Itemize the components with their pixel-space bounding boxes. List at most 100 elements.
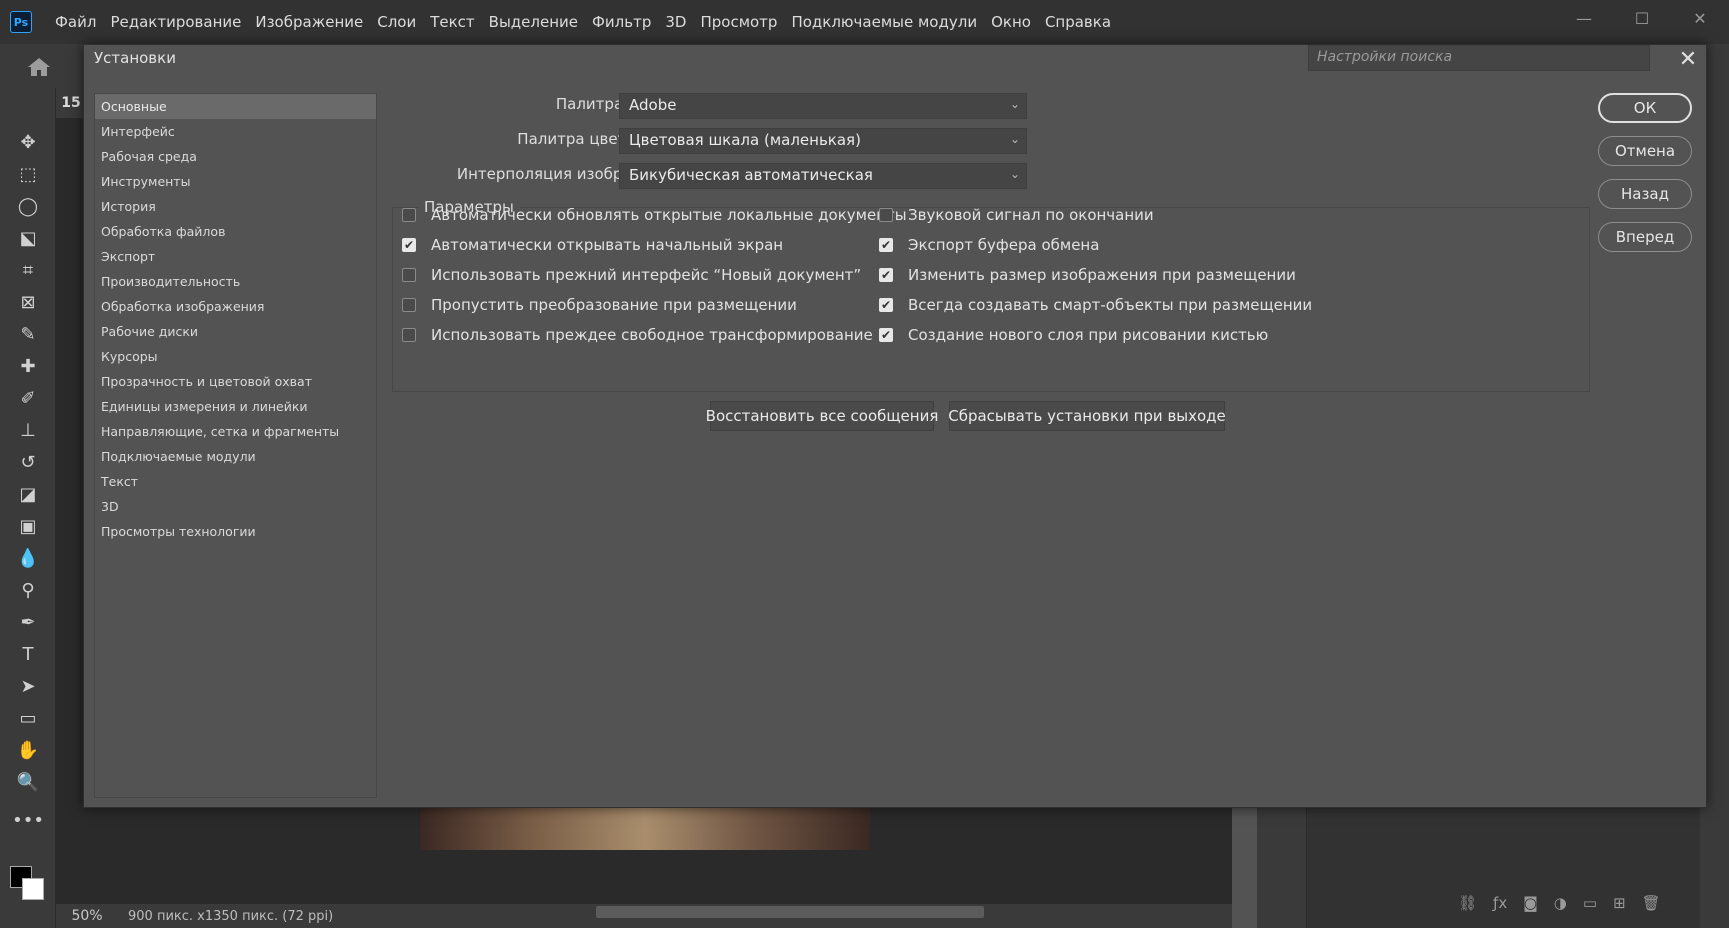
menu-item[interactable]: Текст bbox=[423, 13, 481, 31]
move-tool-icon[interactable]: ✥ bbox=[14, 128, 42, 156]
checkbox[interactable]: ✔ bbox=[402, 238, 416, 252]
category-item[interactable]: Направляющие, сетка и фрагменты bbox=[95, 419, 376, 444]
new-layer-icon[interactable]: ⊞ bbox=[1613, 894, 1626, 912]
adjustment-layer-icon[interactable]: ◑ bbox=[1554, 894, 1567, 912]
menu-item[interactable]: Просмотр bbox=[693, 13, 784, 31]
brush-tool-icon[interactable]: ✐ bbox=[14, 384, 42, 412]
link-layers-icon[interactable]: ⛓ bbox=[1458, 894, 1477, 912]
menu-item[interactable]: Подключаемые модули bbox=[784, 13, 984, 31]
option-row[interactable]: Использовать прежний интерфейс “Новый до… bbox=[402, 266, 861, 284]
checkbox[interactable] bbox=[402, 328, 416, 342]
menu-item[interactable]: Фильтр bbox=[585, 13, 658, 31]
checkbox[interactable] bbox=[402, 298, 416, 312]
checkbox[interactable]: ✔ bbox=[879, 238, 893, 252]
checkbox[interactable]: ✔ bbox=[879, 328, 893, 342]
window-close-button[interactable]: ✕ bbox=[1671, 0, 1729, 36]
category-item[interactable]: Рабочие диски bbox=[95, 319, 376, 344]
checkbox[interactable] bbox=[402, 208, 416, 222]
category-item[interactable]: Просмотры технологии bbox=[95, 519, 376, 544]
category-item[interactable]: Рабочая среда bbox=[95, 144, 376, 169]
menu-item[interactable]: Справка bbox=[1038, 13, 1118, 31]
category-item[interactable]: История bbox=[95, 194, 376, 219]
crop-tool-icon[interactable]: ⌗ bbox=[14, 256, 42, 284]
type-tool-icon[interactable]: T bbox=[14, 640, 42, 668]
ok-button[interactable]: ОК bbox=[1598, 93, 1692, 123]
eraser-tool-icon[interactable]: ◪ bbox=[14, 480, 42, 508]
eyedropper-tool-icon[interactable]: ✎ bbox=[14, 320, 42, 348]
stamp-tool-icon[interactable]: ⊥ bbox=[14, 416, 42, 444]
hand-tool-icon[interactable]: ✋ bbox=[14, 736, 42, 764]
blur-tool-icon[interactable]: 💧 bbox=[14, 544, 42, 572]
home-icon[interactable] bbox=[26, 56, 52, 78]
category-item[interactable]: Основные bbox=[95, 94, 376, 119]
category-item[interactable]: Инструменты bbox=[95, 169, 376, 194]
option-label: Автоматически открывать начальный экран bbox=[431, 236, 784, 254]
category-item[interactable]: Курсоры bbox=[95, 344, 376, 369]
layer-style-icon[interactable]: ƒx bbox=[1493, 894, 1507, 912]
search-input[interactable]: Настройки поиска bbox=[1308, 45, 1650, 71]
horizontal-scrollbar[interactable] bbox=[596, 906, 984, 918]
category-item[interactable]: Производительность bbox=[95, 269, 376, 294]
category-item[interactable]: Прозрачность и цветовой охват bbox=[95, 369, 376, 394]
option-row[interactable]: ✔ Изменить размер изображения при размеще… bbox=[879, 266, 1296, 284]
zoom-level[interactable]: 50% bbox=[56, 908, 118, 924]
checkbox[interactable] bbox=[879, 208, 893, 222]
interpolation-value: Бикубическая автоматическая bbox=[629, 166, 873, 184]
menu-item[interactable]: Файл bbox=[48, 13, 103, 31]
option-row[interactable]: Звуковой сигнал по окончании bbox=[879, 206, 1154, 224]
option-row[interactable]: Автоматически обновлять открытые локальн… bbox=[402, 206, 907, 224]
healing-brush-tool-icon[interactable]: ✚ bbox=[14, 352, 42, 380]
menu-item[interactable]: Редактирование bbox=[103, 13, 248, 31]
marquee-tool-icon[interactable]: ⬚ bbox=[14, 160, 42, 188]
checkbox[interactable]: ✔ bbox=[879, 298, 893, 312]
frame-tool-icon[interactable]: ⊠ bbox=[14, 288, 42, 316]
dodge-tool-icon[interactable]: ⚲ bbox=[14, 576, 42, 604]
cancel-button[interactable]: Отмена bbox=[1598, 136, 1692, 166]
more-tools-icon[interactable]: ••• bbox=[12, 806, 44, 834]
hud-picker-select[interactable]: Цветовая шкала (маленькая) ⌄ bbox=[619, 128, 1027, 154]
minimize-button[interactable]: — bbox=[1555, 0, 1613, 36]
forward-button[interactable]: Вперед bbox=[1598, 222, 1692, 252]
background-color-swatch[interactable] bbox=[22, 878, 44, 900]
reset-on-quit-button[interactable]: Сбрасывать установки при выходе bbox=[948, 401, 1226, 431]
category-item[interactable]: Интерфейс bbox=[95, 119, 376, 144]
category-item[interactable]: Подключаемые модули bbox=[95, 444, 376, 469]
option-row[interactable]: ✔ Всегда создавать смарт-объекты при разм… bbox=[879, 296, 1312, 314]
group-folder-icon[interactable]: ▭ bbox=[1583, 894, 1597, 912]
close-icon[interactable]: ✕ bbox=[1674, 45, 1702, 73]
checkbox[interactable]: ✔ bbox=[879, 268, 893, 282]
option-row[interactable]: Использовать преждее свободное трансформ… bbox=[402, 326, 873, 344]
category-item[interactable]: Обработка файлов bbox=[95, 219, 376, 244]
category-item[interactable]: 3D bbox=[95, 494, 376, 519]
checkbox[interactable] bbox=[402, 268, 416, 282]
option-row[interactable]: ✔ Автоматически открывать начальный экран bbox=[402, 236, 783, 254]
maximize-button[interactable]: ☐ bbox=[1613, 0, 1671, 36]
lasso-tool-icon[interactable]: ◯ bbox=[14, 192, 42, 220]
rectangle-tool-icon[interactable]: ▭ bbox=[14, 704, 42, 732]
menu-item[interactable]: Окно bbox=[984, 13, 1038, 31]
menu-item[interactable]: Слои bbox=[370, 13, 423, 31]
document-tab[interactable]: 15 bbox=[56, 88, 86, 118]
option-row[interactable]: ✔ Создание нового слоя при рисовании кист… bbox=[879, 326, 1268, 344]
restore-messages-button[interactable]: Восстановить все сообщения bbox=[706, 401, 938, 431]
option-row[interactable]: Пропустить преобразование при размещении bbox=[402, 296, 797, 314]
object-select-tool-icon[interactable]: ⬕ bbox=[14, 224, 42, 252]
add-mask-icon[interactable]: ◙ bbox=[1523, 894, 1538, 912]
zoom-tool-icon[interactable]: 🔍 bbox=[14, 768, 42, 796]
history-brush-tool-icon[interactable]: ↺ bbox=[14, 448, 42, 476]
trash-icon[interactable]: 🗑 bbox=[1642, 894, 1661, 912]
menu-item[interactable]: Выделение bbox=[482, 13, 585, 31]
color-picker-select[interactable]: Adobe ⌄ bbox=[619, 93, 1027, 119]
path-select-tool-icon[interactable]: ➤ bbox=[14, 672, 42, 700]
category-item[interactable]: Единицы измерения и линейки bbox=[95, 394, 376, 419]
menu-item[interactable]: Изображение bbox=[248, 13, 370, 31]
category-item[interactable]: Обработка изображения bbox=[95, 294, 376, 319]
option-row[interactable]: ✔ Экспорт буфера обмена bbox=[879, 236, 1099, 254]
menu-item[interactable]: 3D bbox=[658, 13, 693, 31]
interpolation-select[interactable]: Бикубическая автоматическая ⌄ bbox=[619, 163, 1027, 189]
gradient-tool-icon[interactable]: ▣ bbox=[14, 512, 42, 540]
category-item[interactable]: Экспорт bbox=[95, 244, 376, 269]
category-item[interactable]: Текст bbox=[95, 469, 376, 494]
back-button[interactable]: Назад bbox=[1598, 179, 1692, 209]
pen-tool-icon[interactable]: ✒ bbox=[14, 608, 42, 636]
